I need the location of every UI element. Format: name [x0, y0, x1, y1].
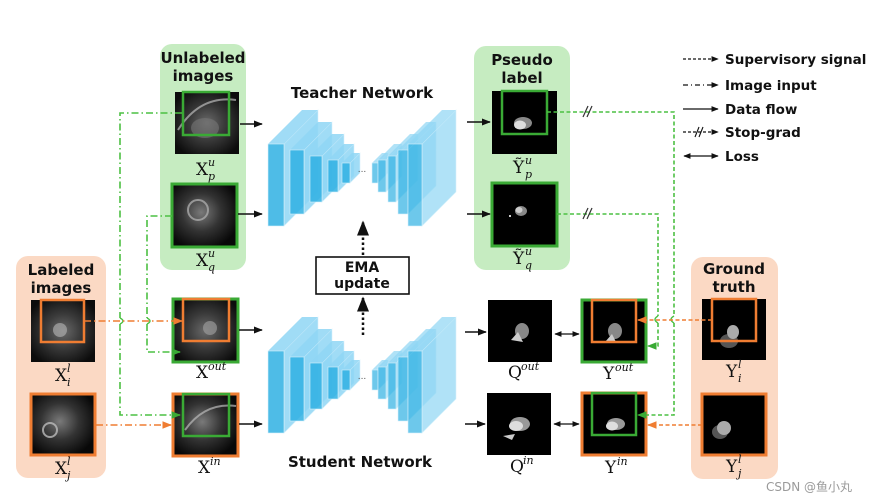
label-yout: Y out: [602, 361, 634, 384]
label-xin: X in: [198, 455, 221, 478]
svg-text:u: u: [208, 156, 215, 169]
svg-text:Ỹ: Ỹ: [512, 157, 525, 178]
hop-xpu-line: [119, 317, 124, 325]
svg-text:Q: Q: [510, 457, 524, 477]
watermark: CSDN @鱼小丸: [766, 480, 852, 494]
teacher-decoder-block-5: [407, 109, 457, 227]
svg-text:Y: Y: [725, 362, 738, 382]
svg-text:in: in: [210, 455, 221, 468]
label-yqu: Ỹ u q: [512, 245, 532, 272]
svg-text:Loss: Loss: [725, 149, 759, 165]
svg-text:u: u: [208, 247, 215, 260]
svg-text:Q: Q: [508, 363, 522, 383]
image-xjl: [29, 392, 97, 457]
svg-text:Y: Y: [725, 457, 738, 477]
image-yjl: [700, 392, 768, 457]
svg-text:Ỹ: Ỹ: [512, 248, 525, 269]
unlabeled-title-line2: images: [173, 67, 234, 85]
svg-text:in: in: [617, 455, 628, 468]
teacher-ellipsis: ...: [358, 165, 367, 175]
pseudo-title-line1: Pseudo: [491, 51, 553, 69]
ema-label-line2: update: [334, 276, 390, 292]
teacher-network-label: Teacher Network: [291, 84, 434, 102]
supervisory-lines: [547, 111, 712, 429]
image-yin: [580, 391, 648, 457]
label-xjl: X l j: [55, 455, 71, 482]
svg-text:Stop-grad: Stop-grad: [725, 125, 801, 141]
label-yin: Y in: [604, 455, 628, 478]
svg-text:Supervisory signal: Supervisory signal: [725, 52, 866, 68]
svg-text:q: q: [208, 261, 215, 274]
label-yil: Y l i: [725, 358, 742, 385]
legend-item-supervisory: Supervisory signal: [683, 52, 866, 68]
label-xqu: X u q: [196, 247, 215, 274]
image-xout: [171, 297, 240, 364]
svg-text:p: p: [525, 168, 532, 181]
label-xil: X l i: [55, 362, 71, 389]
svg-text:l: l: [67, 362, 71, 375]
svg-text:u: u: [525, 154, 532, 167]
student-decoder-block-5: [407, 316, 457, 434]
label-yjl: Y l j: [725, 453, 742, 480]
label-xpu: X u p: [196, 156, 215, 183]
legend-item-loss: Loss: [683, 149, 759, 165]
image-yqu: [490, 181, 559, 248]
image-ypu: [492, 89, 557, 154]
svg-text:i: i: [738, 372, 742, 385]
svg-text:l: l: [67, 455, 71, 468]
image-xqu: [170, 182, 239, 249]
label-qout: Q out: [508, 360, 540, 383]
label-ypu: Ỹ u p: [512, 154, 532, 181]
svg-text:out: out: [615, 361, 634, 374]
legend-item-image-input: Image input: [683, 78, 817, 94]
image-xin: [171, 392, 240, 458]
svg-text:l: l: [738, 358, 742, 371]
image-xil: [31, 298, 95, 362]
svg-text:i: i: [67, 376, 71, 389]
svg-text:l: l: [738, 453, 742, 466]
svg-text:Image input: Image input: [725, 78, 817, 94]
ground-truth-title-line2: truth: [712, 278, 755, 296]
svg-text:out: out: [521, 360, 540, 373]
image-yout: [580, 298, 648, 364]
label-xout: X out: [196, 360, 227, 383]
labeled-title-line1: Labeled: [28, 261, 95, 279]
labeled-title-line2: images: [31, 279, 92, 297]
image-xpu: [175, 90, 239, 154]
image-yil: [702, 297, 766, 360]
svg-text:Y: Y: [602, 364, 615, 384]
legend-item-stop-grad: Stop-grad: [683, 125, 801, 141]
student-ellipsis: ...: [358, 372, 367, 382]
diagram-canvas: Unlabeled images Labeled images Pseudo l…: [16, 44, 866, 494]
image-qin: [487, 393, 551, 455]
ground-truth-title-line1: Ground: [703, 260, 765, 278]
svg-text:in: in: [523, 454, 534, 467]
svg-text:Data flow: Data flow: [725, 102, 797, 118]
student-network-label: Student Network: [288, 453, 433, 471]
svg-text:Y: Y: [604, 458, 617, 478]
image-qout: [488, 300, 552, 362]
pseudo-title-line2: label: [501, 69, 542, 87]
legend-item-data-flow: Data flow: [683, 102, 797, 118]
svg-text:p: p: [208, 170, 215, 183]
svg-text:q: q: [525, 259, 532, 272]
ema-label-line1: EMA: [345, 260, 379, 276]
label-qin: Q in: [510, 454, 534, 477]
legend: Supervisory signal Image input Data flow…: [683, 52, 866, 165]
svg-text:u: u: [525, 245, 532, 258]
svg-text:out: out: [208, 360, 227, 373]
unlabeled-title-line1: Unlabeled: [160, 49, 245, 67]
